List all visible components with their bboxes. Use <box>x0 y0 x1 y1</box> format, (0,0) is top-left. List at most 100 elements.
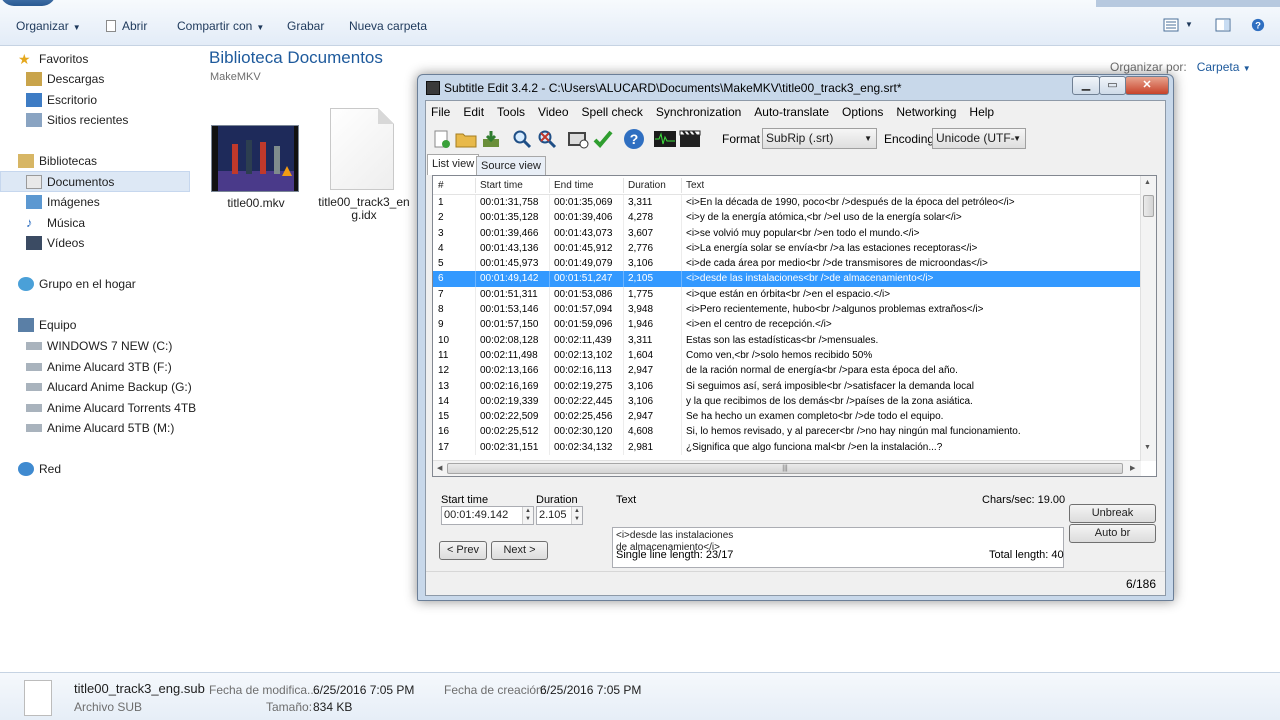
waveform-icon[interactable] <box>653 127 676 150</box>
table-row[interactable]: 3 00:01:39,466 00:01:43,073 3,607 <i>se volv… <box>433 225 1141 241</box>
unbreak-button[interactable]: Unbreak <box>1069 504 1156 523</box>
help-circle-icon[interactable]: ? <box>622 127 645 150</box>
horizontal-scroll-thumb[interactable]: ||| <box>447 463 1123 474</box>
nav-drive-torrents[interactable]: Anime Alucard Torrents 4TB <box>26 398 196 418</box>
table-row-selected[interactable]: 6 00:01:49,142 00:01:51,247 2,105 <i>desde l… <box>433 271 1141 287</box>
idx-file-icon[interactable] <box>330 108 394 190</box>
table-row[interactable]: 2 00:01:35,128 00:01:39,406 4,278 <i>y de la… <box>433 210 1141 226</box>
video-clapper-icon[interactable] <box>678 127 701 150</box>
format-select[interactable]: SubRip (.srt) ▼ <box>762 128 877 149</box>
scroll-left-icon[interactable]: ◀ <box>437 464 442 472</box>
maximize-button[interactable]: ▭ <box>1099 76 1126 95</box>
nav-drive-c[interactable]: WINDOWS 7 NEW (C:) <box>26 336 172 356</box>
menu-auto-translate[interactable]: Auto-translate <box>749 101 834 123</box>
file-mkv-label[interactable]: title00.mkv <box>216 196 296 210</box>
video-thumbnail[interactable] <box>211 125 299 192</box>
vertical-scrollbar[interactable]: ▲ ▼ <box>1140 176 1156 461</box>
menu-edit[interactable]: Edit <box>458 101 489 123</box>
tab-source-view[interactable]: Source view <box>476 156 546 175</box>
horizontal-scrollbar[interactable]: ◀ ||| ▶ <box>433 460 1141 476</box>
nav-favorites[interactable]: ★ Favoritos <box>18 49 88 69</box>
column-duration[interactable]: Duration <box>628 176 666 195</box>
scroll-up-icon[interactable]: ▲ <box>1144 179 1151 186</box>
start-time-spinner-icon[interactable]: ▲ ▼ <box>522 507 533 524</box>
preview-pane-icon[interactable] <box>1215 18 1231 32</box>
nav-videos[interactable]: Vídeos <box>26 233 84 253</box>
menu-video[interactable]: Video <box>533 101 573 123</box>
organize-button[interactable]: Organizar ▼ <box>16 19 81 33</box>
nav-downloads[interactable]: Descargas <box>26 69 104 89</box>
table-row[interactable]: 15 00:02:22,509 00:02:25,456 2,947 Se ha hec… <box>433 409 1141 425</box>
view-options-icon[interactable] <box>1163 18 1179 32</box>
subtitle-position-count: 6/186 <box>1125 577 1156 591</box>
table-row[interactable]: 10 00:02:08,128 00:02:11,439 3,311 Estas son… <box>433 332 1141 348</box>
table-row[interactable]: 5 00:01:45,973 00:01:49,079 3,106 <i>de cada… <box>433 256 1141 272</box>
column-text[interactable]: Text <box>686 176 704 195</box>
nav-desktop[interactable]: Escritorio <box>26 90 97 110</box>
duration-input[interactable]: 2.105 ▲ ▼ <box>536 506 583 525</box>
tab-list-view[interactable]: List view <box>427 154 480 175</box>
table-row[interactable]: 12 00:02:13,166 00:02:16,113 2,947 de la rac… <box>433 363 1141 379</box>
spell-check-icon[interactable] <box>591 127 614 150</box>
prev-button[interactable]: < Prev <box>439 541 487 560</box>
menu-synchronization[interactable]: Synchronization <box>651 101 746 123</box>
replace-icon[interactable] <box>535 127 558 150</box>
table-row[interactable]: 8 00:01:53,146 00:01:57,094 3,948 <i>Pero re… <box>433 302 1141 318</box>
column-end-time[interactable]: End time <box>554 176 593 195</box>
open-folder-icon[interactable] <box>454 127 477 150</box>
find-icon[interactable] <box>510 127 533 150</box>
subtitle-text-editor[interactable]: <i>desde las instalaciones de almacenami… <box>612 527 1064 568</box>
scroll-down-icon[interactable]: ▼ <box>1144 444 1151 451</box>
view-dropdown-icon[interactable]: ▼ <box>1185 20 1193 29</box>
duration-spinner-icon[interactable]: ▲ ▼ <box>571 507 582 524</box>
help-icon[interactable]: ? <box>1250 18 1266 32</box>
table-row[interactable]: 17 00:02:31,151 00:02:34,132 2,981 ¿Signific… <box>433 439 1141 456</box>
table-row[interactable]: 16 00:02:25,512 00:02:30,120 4,608 Si, lo he… <box>433 424 1141 440</box>
table-row[interactable]: 13 00:02:16,169 00:02:19,275 3,106 Si seguim… <box>433 378 1141 394</box>
auto-br-button[interactable]: Auto br <box>1069 524 1156 543</box>
start-time-input[interactable]: 00:01:49.142 ▲ ▼ <box>441 506 534 525</box>
nav-drive-m[interactable]: Anime Alucard 5TB (M:) <box>26 418 174 438</box>
table-row[interactable]: 11 00:02:11,498 00:02:13,102 1,604 Como ven,… <box>433 347 1141 364</box>
burn-button[interactable]: Grabar <box>287 19 324 33</box>
menu-file[interactable]: File <box>426 101 455 123</box>
next-button[interactable]: Next > <box>491 541 548 560</box>
encoding-select[interactable]: Unicode (UTF- ▼ <box>932 128 1026 149</box>
nav-network[interactable]: Red <box>18 459 61 479</box>
new-file-icon[interactable] <box>429 127 452 150</box>
arrange-by[interactable]: Organizar por: Carpeta ▼ <box>1110 60 1251 74</box>
nav-images[interactable]: Imágenes <box>26 192 100 212</box>
nav-documents[interactable]: Documentos <box>26 172 114 192</box>
close-button[interactable]: ✕ <box>1125 76 1169 95</box>
library-subtitle[interactable]: MakeMKV <box>210 71 261 83</box>
table-row[interactable]: 9 00:01:57,150 00:01:59,096 1,946 <i>en el c… <box>433 317 1141 333</box>
column-start-time[interactable]: Start time <box>480 176 523 195</box>
vertical-scroll-thumb[interactable] <box>1143 195 1154 217</box>
table-row[interactable]: 14 00:02:19,339 00:02:22,445 3,106 y la que … <box>433 393 1141 410</box>
nav-computer[interactable]: Equipo <box>18 315 76 335</box>
nav-libraries[interactable]: Bibliotecas <box>18 151 97 171</box>
menu-options[interactable]: Options <box>837 101 888 123</box>
menu-networking[interactable]: Networking <box>891 101 961 123</box>
table-row[interactable]: 1 00:01:31,758 00:01:35,069 3,311 <i>En la d… <box>433 195 1141 211</box>
file-idx-label[interactable]: title00_track3_en g.idx <box>318 196 410 222</box>
new-folder-button[interactable]: Nueva carpeta <box>349 19 427 33</box>
nav-homegroup[interactable]: Grupo en el hogar <box>18 274 136 294</box>
table-row[interactable]: 4 00:01:43,136 00:01:45,912 2,776 <i>La ener… <box>433 240 1141 257</box>
nav-drive-f[interactable]: Anime Alucard 3TB (F:) <box>26 357 172 377</box>
scroll-right-icon[interactable]: ▶ <box>1130 464 1135 472</box>
menu-spell-check[interactable]: Spell check <box>577 101 648 123</box>
nav-music[interactable]: ♪ Música <box>26 213 85 233</box>
share-button[interactable]: Compartir con ▼ <box>177 19 264 33</box>
nav-drive-g[interactable]: Alucard Anime Backup (G:) <box>26 377 192 397</box>
menu-help[interactable]: Help <box>964 101 999 123</box>
open-button[interactable]: Abrir <box>106 19 147 33</box>
minimize-button[interactable]: ▁ <box>1072 76 1100 95</box>
nav-recent[interactable]: Sitios recientes <box>26 110 128 130</box>
save-icon[interactable] <box>479 127 502 150</box>
menu-tools[interactable]: Tools <box>492 101 530 123</box>
column-number[interactable]: # <box>438 176 444 195</box>
table-row[interactable]: 7 00:01:51,311 00:01:53,086 1,775 <i>que est… <box>433 286 1141 303</box>
visual-sync-icon[interactable] <box>566 127 589 150</box>
start-orb[interactable] <box>0 0 56 6</box>
